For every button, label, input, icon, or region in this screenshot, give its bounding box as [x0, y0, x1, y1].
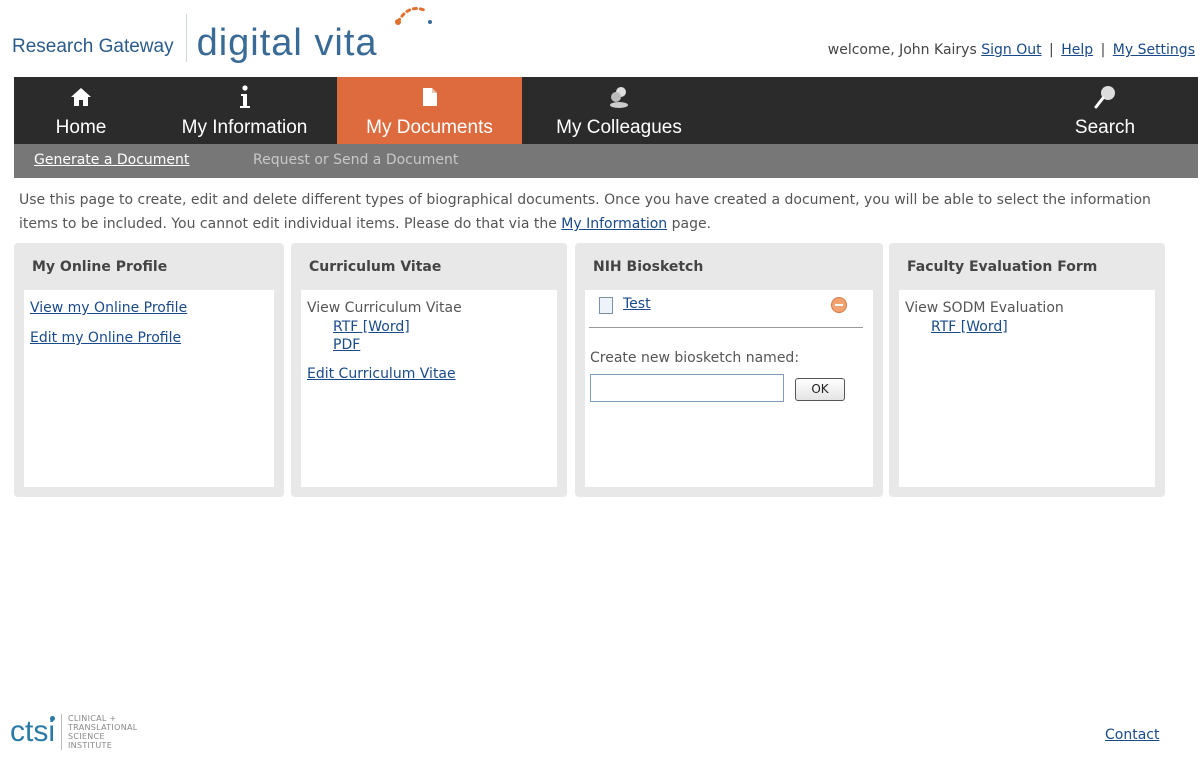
- nav-label-my-colleagues: My Colleagues: [556, 117, 682, 138]
- ctsi-line: TRANSLATIONAL: [68, 723, 138, 732]
- nav-label-search: Search: [1074, 117, 1136, 138]
- panel-online-profile: My Online Profile View my Online Profile…: [14, 243, 284, 497]
- brand-gateway-text: Research Gateway: [12, 36, 174, 57]
- panel-body: View SODM Evaluation RTF [Word]: [899, 290, 1155, 487]
- my-information-link[interactable]: My Information: [561, 216, 667, 232]
- nav-item-my-colleagues[interactable]: My Colleagues: [534, 77, 704, 144]
- ctsi-line: INSTITUTE: [68, 741, 113, 750]
- edit-online-profile-link[interactable]: Edit my Online Profile: [30, 330, 181, 346]
- document-icon: [599, 297, 613, 314]
- nav-label-my-information: My Information: [181, 117, 308, 138]
- separator: |: [1049, 42, 1054, 58]
- ok-button[interactable]: OK: [795, 378, 845, 401]
- panel-curriculum-vitae: Curriculum Vitae View Curriculum Vitae R…: [291, 243, 567, 497]
- view-sodm-label: View SODM Evaluation: [905, 300, 1064, 316]
- biosketch-name-input[interactable]: [590, 374, 784, 402]
- subnav-request-send-document[interactable]: Request or Send a Document: [253, 152, 458, 168]
- brand-arc-icon: [395, 7, 432, 25]
- brand-logo: Research Gateway digital vita: [12, 12, 378, 62]
- ctsi-logo: ctsi CLINICAL + TRANSLATIONAL SCIENCE IN…: [10, 707, 138, 757]
- biosketch-test-link[interactable]: Test: [623, 296, 651, 312]
- document-icon: [337, 85, 522, 109]
- nav-item-home[interactable]: Home: [14, 77, 148, 144]
- contact-link[interactable]: Contact: [1105, 727, 1159, 743]
- intro-text-after: page.: [667, 216, 712, 232]
- nav-label-my-documents: My Documents: [366, 117, 493, 138]
- welcome-text: welcome, John Kairys: [827, 42, 977, 58]
- info-icon: [162, 85, 327, 109]
- panel-title: NIH Biosketch: [593, 259, 704, 275]
- view-cv-label: View Curriculum Vitae: [307, 300, 462, 316]
- intro-text: Use this page to create, edit and delete…: [19, 188, 1189, 236]
- panel-title: Faculty Evaluation Form: [907, 259, 1098, 275]
- nav-item-my-documents[interactable]: My Documents: [337, 77, 522, 144]
- nav-label-home: Home: [55, 117, 107, 138]
- user-bar: welcome, John Kairys Sign Out | Help | M…: [828, 42, 1195, 58]
- cv-rtf-link[interactable]: RTF [Word]: [333, 319, 410, 335]
- ctsi-text: CLINICAL + TRANSLATIONAL SCIENCE INSTITU…: [68, 714, 138, 750]
- my-settings-link[interactable]: My Settings: [1113, 42, 1195, 58]
- create-biosketch-label: Create new biosketch named:: [590, 350, 800, 366]
- ctsi-divider: [61, 714, 62, 750]
- panel-title: My Online Profile: [32, 259, 168, 275]
- panel-nih-biosketch: NIH Biosketch Test Create new biosketch …: [575, 243, 883, 497]
- ctsi-word: ctsi: [10, 715, 55, 748]
- remove-icon[interactable]: [831, 297, 847, 313]
- ctsi-line: CLINICAL +: [68, 714, 117, 723]
- panel-title: Curriculum Vitae: [309, 259, 442, 275]
- help-link[interactable]: Help: [1061, 42, 1093, 58]
- nav-item-my-information[interactable]: My Information: [162, 77, 327, 144]
- people-icon: [534, 85, 704, 109]
- panel-faculty-evaluation: Faculty Evaluation Form View SODM Evalua…: [889, 243, 1165, 497]
- view-online-profile-link[interactable]: View my Online Profile: [30, 300, 187, 316]
- divider: [589, 327, 863, 328]
- panel-body: View Curriculum Vitae RTF [Word] PDF Edi…: [301, 290, 557, 487]
- edit-cv-link[interactable]: Edit Curriculum Vitae: [307, 366, 456, 382]
- ctsi-dot-icon: [50, 716, 55, 721]
- home-icon: [14, 85, 148, 109]
- nav-item-search[interactable]: Search: [1062, 77, 1148, 144]
- brand-divider: [185, 14, 187, 62]
- subnav-generate-document[interactable]: Generate a Document: [34, 152, 189, 168]
- brand-product-text: digital vita: [196, 22, 378, 64]
- cv-pdf-link[interactable]: PDF: [333, 337, 360, 353]
- separator: |: [1100, 42, 1106, 58]
- panel-body: View my Online Profile Edit my Online Pr…: [24, 290, 274, 487]
- ctsi-wordmark: ctsi: [10, 715, 55, 749]
- panel-body: Test Create new biosketch named: OK: [585, 290, 873, 487]
- ctsi-line: SCIENCE: [68, 732, 105, 741]
- sub-navigation: Generate a Document Request or Send a Do…: [14, 144, 1198, 178]
- sodm-rtf-link[interactable]: RTF [Word]: [931, 319, 1008, 335]
- sign-out-link[interactable]: Sign Out: [981, 42, 1041, 58]
- main-navigation: Home My Information My Documents My Coll…: [14, 77, 1198, 144]
- magnifier-icon: [1062, 85, 1148, 109]
